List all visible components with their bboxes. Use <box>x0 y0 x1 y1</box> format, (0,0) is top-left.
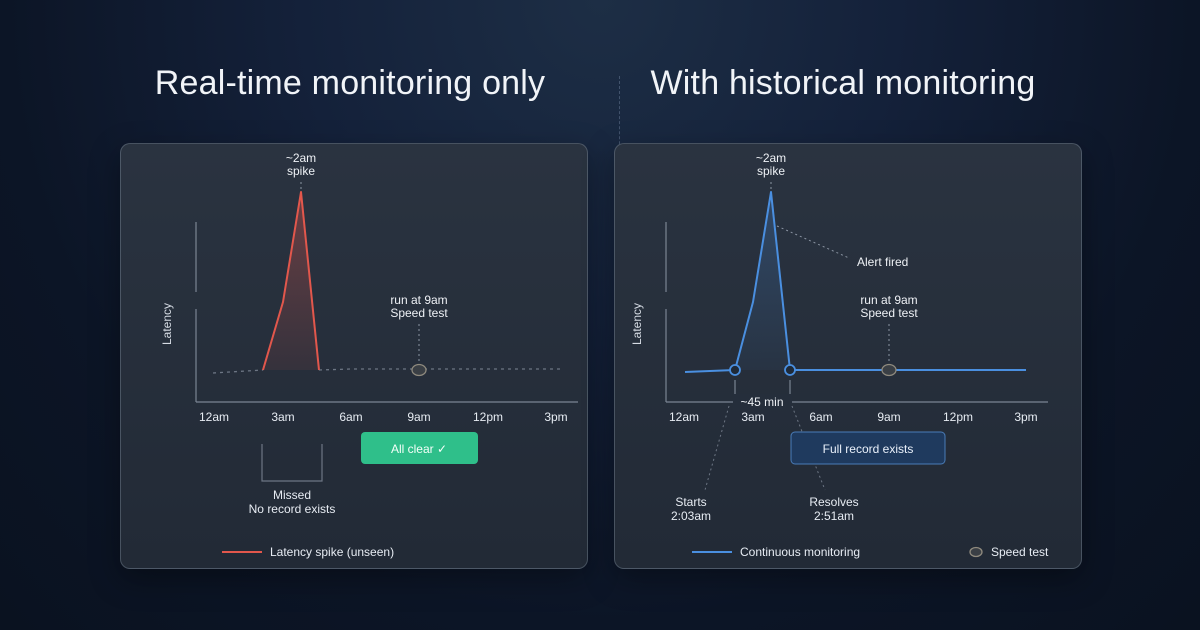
spike-label-2: spike <box>287 164 315 178</box>
continuous-monitoring-line <box>684 191 1026 373</box>
spike-label-1: ~2am <box>756 151 786 165</box>
missed-label-2: No record exists <box>249 502 336 516</box>
legend-speed-test-label: Speed test <box>991 545 1049 559</box>
speed-test-marker <box>411 363 427 377</box>
full-record-label: Full record exists <box>823 442 914 456</box>
y-axis-label: Latency <box>160 303 174 345</box>
x-ticks: 12am 3am 6am 9am 12pm 3pm <box>199 410 568 424</box>
realtime-panel: Latency ~2am spike run at 9am Speed test… <box>120 143 588 569</box>
speed-test-marker <box>881 363 897 377</box>
historical-panel: Latency ~2am spike Alert fired run at 9a… <box>614 143 1082 569</box>
y-axis-label: Latency <box>630 303 644 345</box>
starts-label-2: 2:03am <box>671 509 711 523</box>
realtime-chart: Latency ~2am spike run at 9am Speed test… <box>160 151 578 559</box>
x-tick: 9am <box>407 410 430 424</box>
heading-historical: With historical monitoring <box>650 64 1036 102</box>
x-tick: 3pm <box>544 410 567 424</box>
x-tick: 6am <box>809 410 832 424</box>
x-tick: 9am <box>877 410 900 424</box>
all-clear-label: All clear ✓ <box>391 442 447 456</box>
x-tick: 12pm <box>473 410 503 424</box>
speed-test-label-2: Speed test <box>390 306 448 320</box>
resolve-marker <box>784 364 796 376</box>
x-tick: 12am <box>669 410 699 424</box>
starts-label-1: Starts <box>675 495 706 509</box>
missed-label-1: Missed <box>273 488 311 502</box>
spike-label-1: ~2am <box>286 151 316 165</box>
x-tick: 6am <box>339 410 362 424</box>
alert-label: Alert fired <box>857 255 908 269</box>
x-tick: 12am <box>199 410 229 424</box>
alert-leader <box>776 225 850 259</box>
x-tick: 3am <box>741 410 764 424</box>
starts-leader <box>704 405 730 491</box>
missed-bracket <box>261 444 323 482</box>
legend-continuous-label: Continuous monitoring <box>740 545 860 559</box>
resolves-label-2: 2:51am <box>814 509 854 523</box>
x-tick: 12pm <box>943 410 973 424</box>
continuous-spike-area <box>735 192 790 370</box>
speed-test-label-2: Speed test <box>860 306 918 320</box>
x-tick: 3pm <box>1014 410 1037 424</box>
legend-spike-label: Latency spike (unseen) <box>270 545 394 559</box>
speed-test-label-1: run at 9am <box>390 293 447 307</box>
resolves-label-1: Resolves <box>809 495 858 509</box>
x-tick: 3am <box>271 410 294 424</box>
start-marker <box>729 364 741 376</box>
speed-test-label-1: run at 9am <box>860 293 917 307</box>
heading-realtime: Real-time monitoring only <box>154 64 546 102</box>
spike-label-2: spike <box>757 164 785 178</box>
legend-speed-test-swatch <box>969 546 983 558</box>
duration-bracket <box>734 380 791 394</box>
historical-chart: Latency ~2am spike Alert fired run at 9a… <box>630 151 1049 559</box>
duration-label: ~45 min <box>740 395 783 409</box>
